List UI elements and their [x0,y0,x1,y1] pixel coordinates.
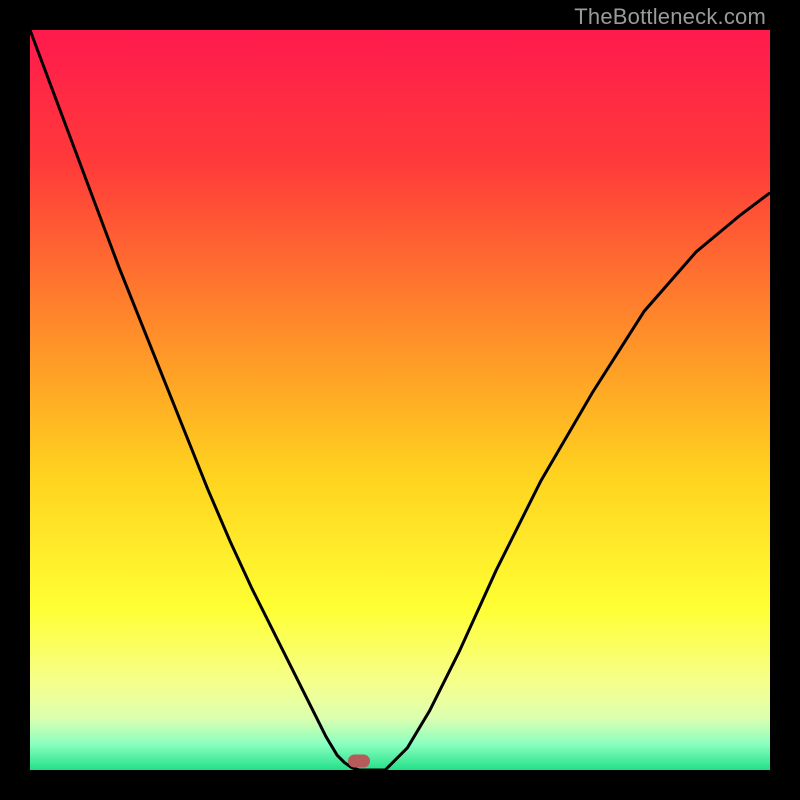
optimum-marker [348,755,370,768]
plot-area [30,30,770,770]
watermark-text: TheBottleneck.com [574,4,766,30]
bottleneck-curve [30,30,770,770]
curve-layer [30,30,770,770]
chart-frame: TheBottleneck.com [0,0,800,800]
